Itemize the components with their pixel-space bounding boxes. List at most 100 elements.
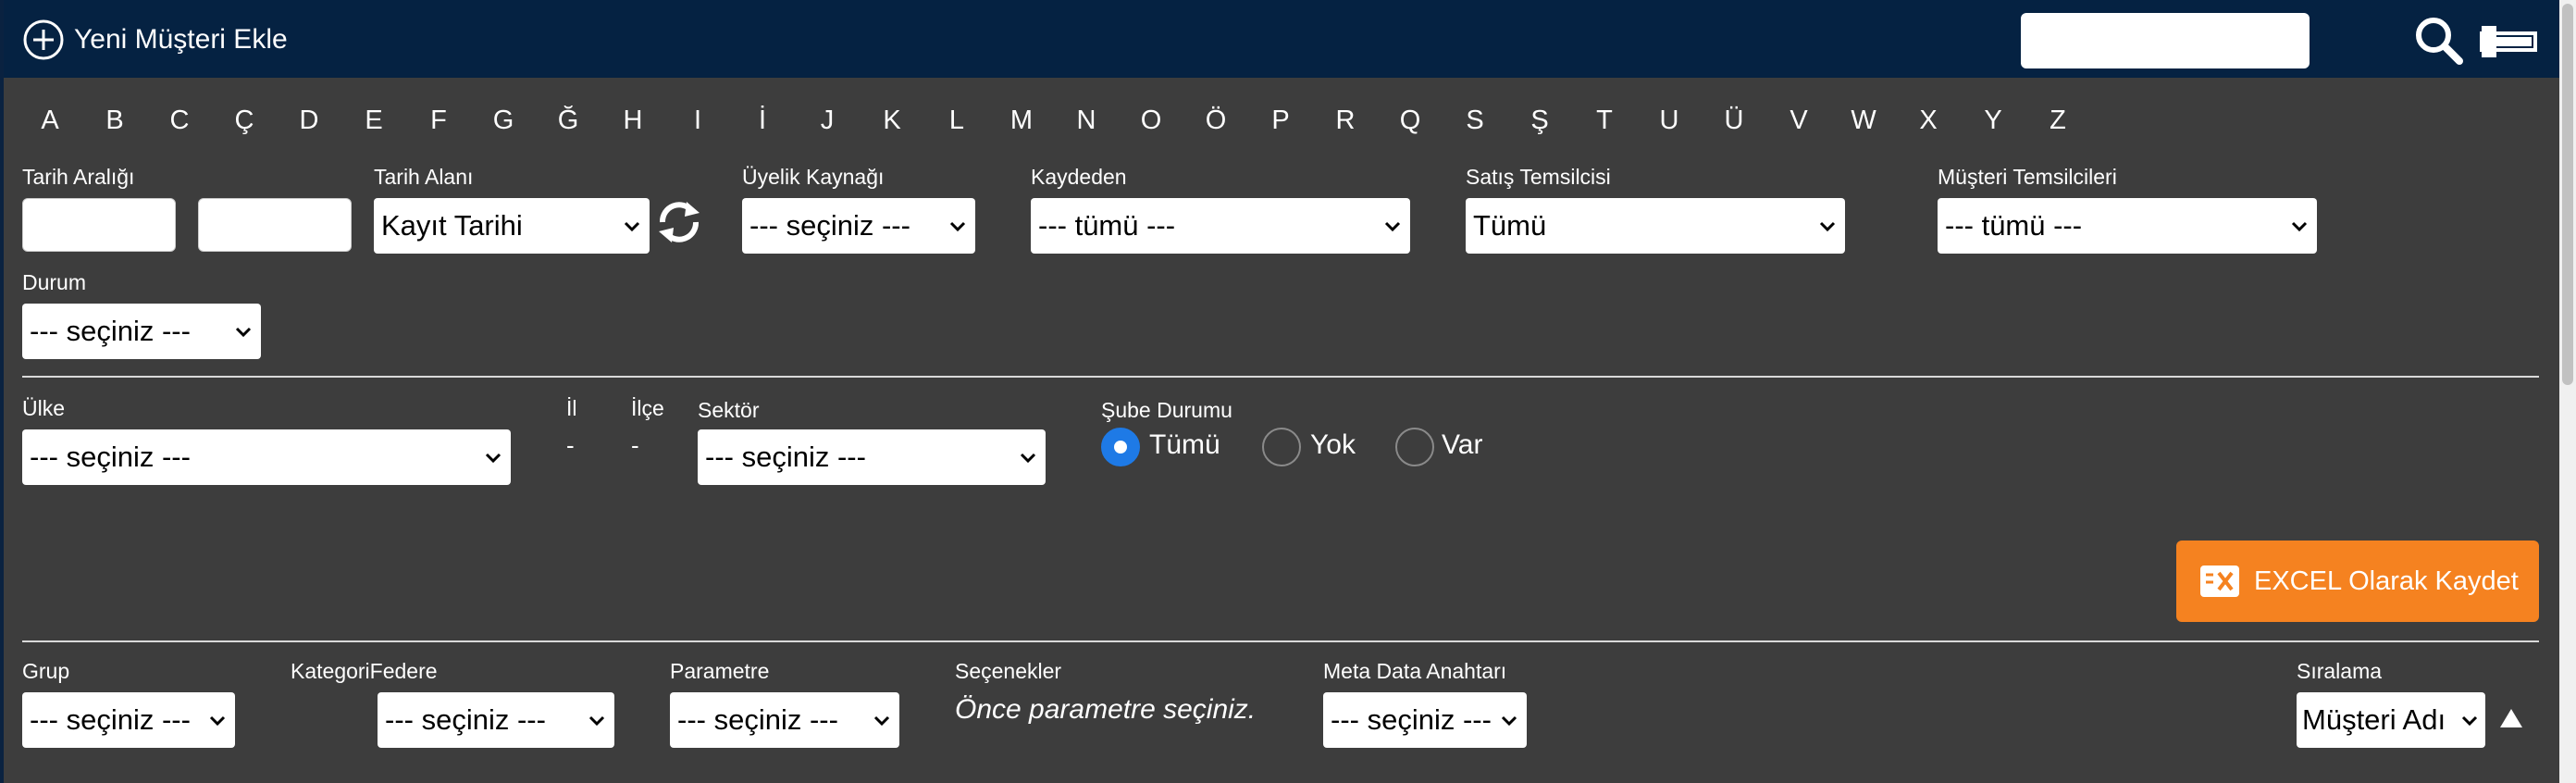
parameter-select[interactable]: --- seçiniz --- [670, 692, 899, 748]
status-label: Durum [22, 270, 87, 294]
refresh-icon[interactable] [653, 196, 705, 248]
membership-source-select[interactable]: --- seçiniz --- [742, 198, 975, 254]
alphabet-letter[interactable]: B [96, 106, 133, 136]
date-end-input[interactable] [198, 198, 352, 252]
alphabet-letter[interactable]: Ğ [550, 106, 587, 136]
alphabet-letter[interactable]: T [1586, 106, 1623, 136]
customer-reps-value: --- tümü --- [1945, 209, 2083, 242]
branch-radio-all-label: Tümü [1149, 429, 1220, 460]
alphabet-letter[interactable]: A [31, 106, 68, 136]
province-value: - [566, 431, 575, 459]
scrollbar-thumb[interactable] [2562, 4, 2573, 385]
sector-value: --- seçiniz --- [705, 441, 866, 473]
sector-select[interactable]: --- seçiniz --- [698, 429, 1046, 485]
sort-value: Müşteri Adı [2302, 703, 2446, 736]
alphabet-letter[interactable]: V [1780, 106, 1817, 136]
new-customer-label: Yeni Müşteri Ekle [74, 24, 288, 55]
options-label: Seçenekler [955, 659, 1062, 683]
excel-export-label: EXCEL Olarak Kaydet [2254, 566, 2519, 596]
meta-key-label: Meta Data Anahtarı [1323, 659, 1507, 683]
chevron-down-icon [588, 715, 605, 727]
alphabet-letter[interactable]: Ş [1521, 106, 1558, 136]
plus-circle-icon [23, 19, 64, 60]
section-divider [22, 376, 2539, 378]
chevron-down-icon [1819, 221, 1836, 232]
branch-radio-has[interactable] [1395, 428, 1434, 466]
group-select[interactable]: --- seçiniz --- [22, 692, 235, 748]
sales-rep-label: Satış Temsilcisi [1466, 165, 1611, 189]
alphabet-letter[interactable]: Ö [1197, 106, 1234, 136]
alphabet-letter[interactable]: D [291, 106, 328, 136]
alphabet-letter[interactable]: R [1327, 106, 1364, 136]
alphabet-letter[interactable]: F [420, 106, 457, 136]
branch-radio-none[interactable] [1262, 428, 1301, 466]
alphabet-letter[interactable]: E [355, 106, 392, 136]
alphabet-letter[interactable]: J [809, 106, 846, 136]
alphabet-letter[interactable]: I [679, 106, 716, 136]
chevron-down-icon [873, 715, 890, 727]
sales-rep-select[interactable]: Tümü [1466, 198, 1845, 254]
search-icon[interactable] [2413, 15, 2465, 67]
alphabet-letter[interactable]: Y [1975, 106, 2012, 136]
country-value: --- seçiniz --- [30, 441, 191, 473]
customer-reps-label: Müşteri Temsilcileri [1938, 165, 2117, 189]
parameter-label: Parametre [670, 659, 770, 683]
date-range-label: Tarih Aralığı [22, 165, 135, 189]
status-select[interactable]: --- seçiniz --- [22, 304, 261, 359]
membership-source-value: --- seçiniz --- [749, 209, 910, 242]
meta-key-value: --- seçiniz --- [1331, 703, 1492, 736]
alphabet-letter[interactable]: M [1003, 106, 1040, 136]
alphabet-letter[interactable]: C [161, 106, 198, 136]
chevron-down-icon [485, 453, 502, 464]
new-customer-button[interactable]: Yeni Müşteri Ekle [22, 19, 288, 61]
alphabet-letter[interactable]: L [938, 106, 975, 136]
country-select[interactable]: --- seçiniz --- [22, 429, 511, 485]
chevron-down-icon [1020, 453, 1036, 464]
district-value: - [631, 431, 639, 459]
options-hint: Önce parametre seçiniz. [955, 694, 1257, 725]
customer-reps-select[interactable]: --- tümü --- [1938, 198, 2317, 254]
alphabet-letter[interactable]: N [1068, 106, 1105, 136]
alphabet-letter[interactable]: Ç [226, 106, 263, 136]
alphabet-letter[interactable]: P [1262, 106, 1299, 136]
sort-select[interactable]: Müşteri Adı [2297, 692, 2485, 748]
search-input[interactable] [2021, 13, 2310, 68]
alphabet-letter[interactable]: O [1133, 106, 1170, 136]
alphabet-letter[interactable]: W [1845, 106, 1882, 136]
chevron-down-icon [2461, 715, 2478, 727]
district-label: İlçe [631, 396, 664, 420]
alphabet-letter[interactable]: İ [744, 106, 781, 136]
sector-label: Sektör [698, 398, 760, 422]
alphabet-letter[interactable]: Z [2039, 106, 2076, 136]
excel-icon [2200, 566, 2239, 597]
alphabet-letter[interactable]: Q [1392, 106, 1429, 136]
branch-radio-has-label: Var [1442, 429, 1483, 460]
recorded-by-select[interactable]: --- tümü --- [1031, 198, 1410, 254]
chevron-down-icon [624, 221, 640, 232]
alphabet-letter[interactable]: S [1456, 106, 1493, 136]
parameter-value: --- seçiniz --- [677, 703, 838, 736]
branch-radio-none-label: Yok [1310, 429, 1356, 460]
meta-key-select[interactable]: --- seçiniz --- [1323, 692, 1527, 748]
alphabet-letter[interactable]: K [873, 106, 910, 136]
sort-ascending-icon[interactable] [2498, 707, 2524, 729]
country-label: Ülke [22, 396, 66, 420]
alphabet-letter[interactable]: G [485, 106, 522, 136]
alphabet-letter[interactable]: X [1910, 106, 1947, 136]
chevron-down-icon [1384, 221, 1401, 232]
alphabet-letter[interactable]: Ü [1715, 106, 1752, 136]
chevron-down-icon [1501, 715, 1517, 727]
date-start-input[interactable] [22, 198, 176, 252]
alphabet-letter[interactable]: H [614, 106, 651, 136]
branch-status-label: Şube Durumu [1101, 398, 1232, 422]
filter-toggle-icon[interactable] [2480, 24, 2537, 59]
alphabet-letter[interactable]: U [1651, 106, 1688, 136]
branch-radio-all[interactable] [1101, 428, 1140, 466]
chevron-down-icon [209, 715, 226, 727]
category-select[interactable]: --- seçiniz --- [378, 692, 614, 748]
chevron-down-icon [949, 221, 966, 232]
date-field-label: Tarih Alanı [374, 165, 474, 189]
date-field-select[interactable]: Kayıt Tarihi [374, 198, 650, 254]
excel-export-button[interactable]: EXCEL Olarak Kaydet [2176, 541, 2539, 622]
membership-source-label: Üyelik Kaynağı [742, 165, 885, 189]
